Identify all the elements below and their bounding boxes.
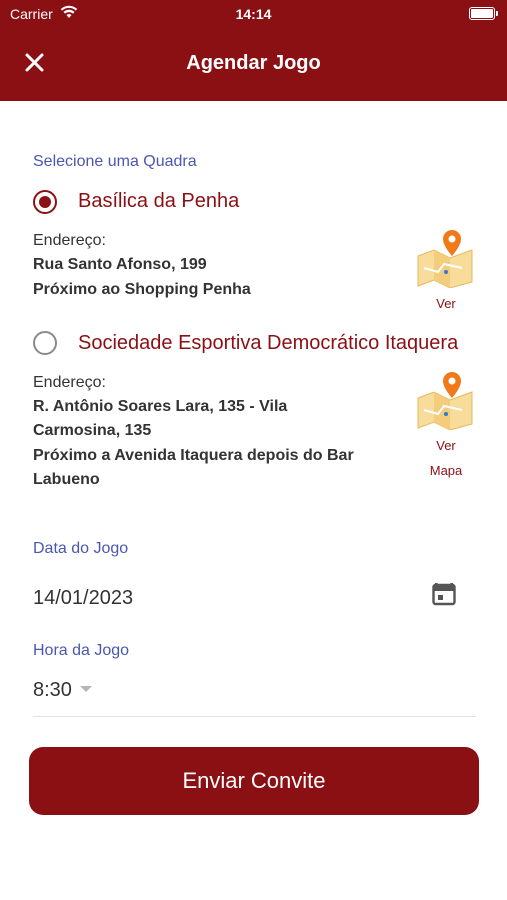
court-radio-1[interactable]: [33, 190, 57, 214]
address-label-2: Endereço:: [33, 374, 106, 391]
address-line: Próximo a Avenida Itaquera depois do Bar: [33, 447, 354, 464]
date-label: Data do Jogo: [33, 540, 129, 557]
address-line: Labueno: [33, 471, 100, 488]
app-header: Carrier 14:14 Agendar Jogo: [0, 0, 507, 101]
court-name-1[interactable]: Basílica da Penha: [78, 190, 468, 213]
view-map-link-2-line2[interactable]: Mapa: [406, 463, 486, 478]
calendar-icon[interactable]: [432, 580, 456, 606]
dropdown-caret-icon: [79, 685, 92, 692]
address-line: Rua Santo Afonso, 199: [33, 256, 207, 273]
address-line: R. Antônio Soares Lara, 135 - Vila: [33, 398, 288, 415]
address-line: Carmosina, 135: [33, 422, 152, 439]
court-section-label: Selecione uma Quadra: [33, 153, 197, 170]
time-label: Hora da Jogo: [33, 642, 130, 659]
address-line: Próximo ao Shopping Penha: [33, 281, 251, 298]
status-time: 14:14: [235, 6, 272, 22]
page-title: Agendar Jogo: [186, 52, 321, 74]
battery-icon: [469, 7, 498, 20]
map-pin-icon[interactable]: [414, 370, 476, 430]
date-field[interactable]: 14/01/2023: [33, 587, 133, 610]
address-label-1: Endereço:: [33, 232, 106, 249]
divider: [33, 716, 476, 717]
time-value: 8:30: [33, 679, 72, 701]
court-name-2[interactable]: Sociedade Esportiva Democrático Itaquera: [78, 332, 463, 355]
send-invite-button[interactable]: Enviar Convite: [29, 747, 479, 815]
court-radio-2[interactable]: [33, 331, 57, 355]
view-map-link-2[interactable]: Ver: [406, 438, 486, 453]
status-bar: Carrier 14:14: [0, 0, 507, 28]
map-pin-icon[interactable]: [414, 228, 476, 288]
time-picker[interactable]: 8:30: [33, 679, 92, 702]
view-map-link-1[interactable]: Ver: [406, 296, 486, 311]
